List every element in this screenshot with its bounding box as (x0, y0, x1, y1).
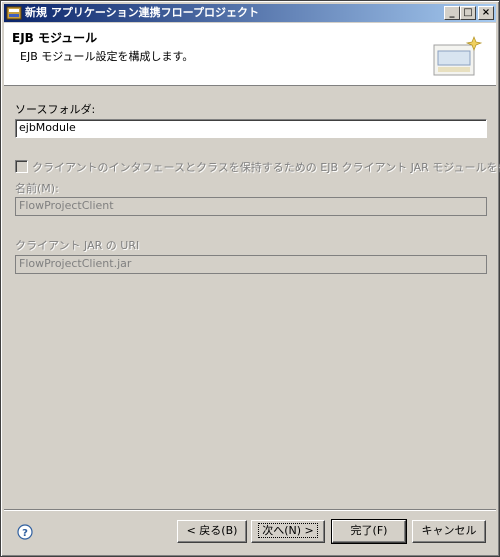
window-title: 新規 アプリケーション連携フロープロジェクト (25, 6, 259, 19)
wizard-banner-icon (433, 36, 483, 76)
create-client-checkbox[interactable] (15, 160, 28, 173)
name-label: 名前(M): (15, 182, 59, 195)
client-uri-field[interactable]: FlowProjectClient.jar (15, 255, 487, 274)
next-button-label: 次へ(N) > (258, 523, 318, 538)
title-buttons: _ □ × (444, 6, 494, 20)
svg-text:?: ? (22, 528, 28, 539)
wizard-header: EJB モジュール EJB モジュール設定を構成します。 (4, 23, 496, 86)
page-title: EJB モジュール (12, 31, 98, 45)
client-uri-label: クライアント JAR の URI (15, 239, 140, 252)
help-icon[interactable]: ? (17, 524, 33, 540)
cancel-button[interactable]: キャンセル (412, 520, 486, 543)
back-button[interactable]: < 戻る(B) (177, 520, 247, 543)
button-bar-separator (4, 509, 496, 511)
page-description: EJB モジュール設定を構成します。 (20, 50, 194, 63)
next-button[interactable]: 次へ(N) > (251, 520, 325, 543)
finish-button[interactable]: 完了(F) (331, 519, 407, 544)
create-client-checkbox-label: クライアントのインタフェースとクラスを保持するための EJB クライアント JA… (32, 161, 500, 174)
source-folder-input[interactable]: ejbModule (15, 119, 487, 138)
title-bar[interactable]: 新規 アプリケーション連携フロープロジェクト _ □ × (4, 4, 496, 22)
close-button[interactable]: × (478, 6, 494, 20)
source-folder-label: ソースフォルダ: (15, 103, 96, 116)
minimize-button[interactable]: _ (444, 6, 460, 20)
wizard-window: 新規 アプリケーション連携フロープロジェクト _ □ × EJB モジュール E… (0, 0, 500, 557)
app-icon (6, 6, 22, 20)
name-field[interactable]: FlowProjectClient (15, 197, 487, 216)
maximize-button[interactable]: □ (460, 6, 476, 20)
